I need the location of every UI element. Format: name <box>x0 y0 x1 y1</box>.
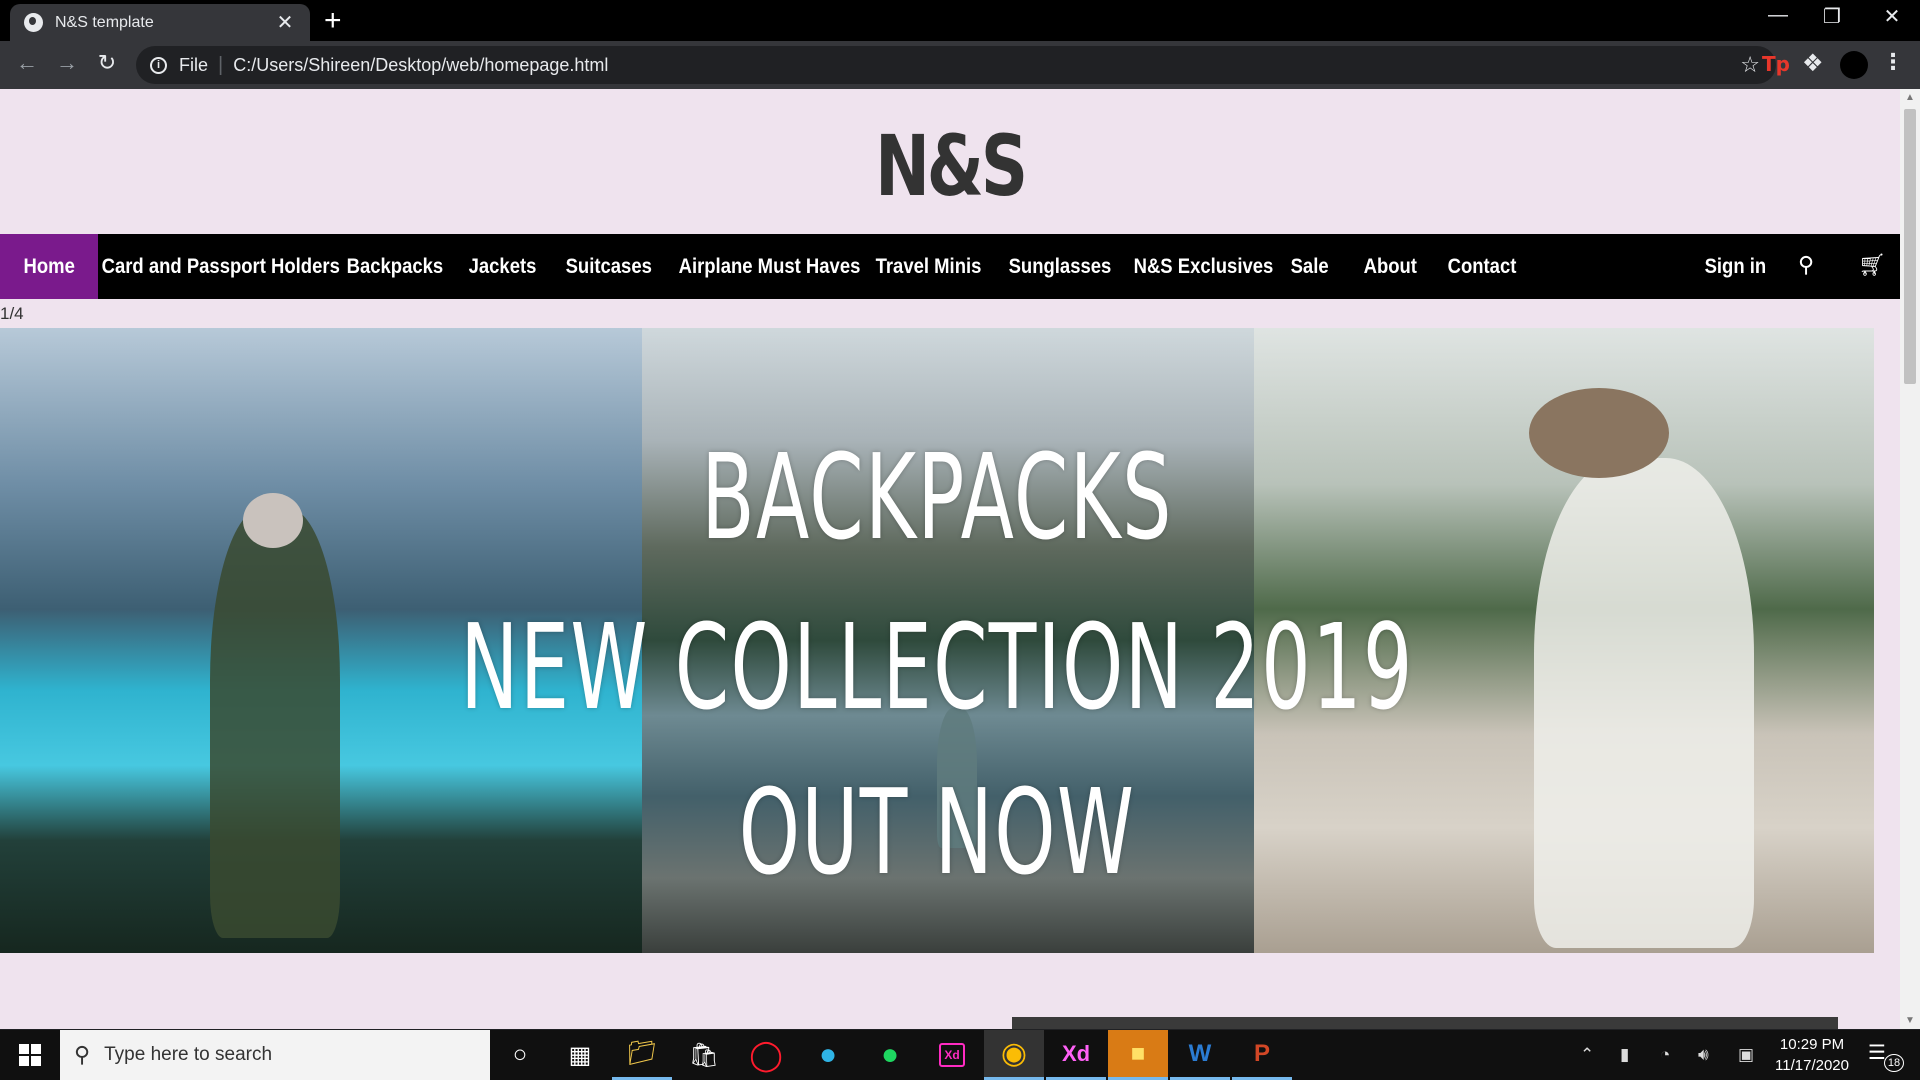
nav-contact[interactable]: Contact <box>1430 234 1534 299</box>
url-separator: | <box>218 53 224 76</box>
nav-suitcases[interactable]: Suitcases <box>548 234 669 299</box>
more-icon[interactable]: ⋮ <box>1882 49 1904 75</box>
hero-line-1: BACKPACKS <box>701 428 1173 566</box>
notification-count: 18 <box>1884 1054 1904 1072</box>
clock-date: 11/17/2020 <box>1775 1057 1849 1074</box>
windows-logo-icon <box>19 1044 41 1066</box>
scroll-up-icon[interactable]: ▲ <box>1905 92 1915 103</box>
task-view-icon[interactable]: ▦ <box>550 1030 610 1080</box>
nav-about[interactable]: About <box>1346 234 1435 299</box>
restore-icon[interactable]: ❐ <box>1812 4 1852 29</box>
nav-travel-minis[interactable]: Travel Minis <box>858 234 999 299</box>
back-icon[interactable]: ← <box>12 50 42 76</box>
avatar[interactable] <box>1840 51 1868 79</box>
reload-icon[interactable]: ↻ <box>92 50 122 76</box>
file-explorer-icon[interactable]: 📁︎ <box>612 1030 672 1080</box>
nav-jackets[interactable]: Jackets <box>451 234 554 299</box>
url-text[interactable]: C:/Users/Shireen/Desktop/web/homepage.ht… <box>233 55 608 76</box>
close-tab-icon[interactable]: ✕ <box>274 10 296 35</box>
promo-image <box>1012 1017 1838 1029</box>
taskbar-search[interactable]: ⚲ Type here to search <box>60 1030 490 1080</box>
powerpoint-icon[interactable]: P <box>1232 1030 1292 1080</box>
chrome-icon[interactable]: ◉ <box>984 1030 1044 1080</box>
nav-label: Home <box>23 255 75 278</box>
minimize-icon[interactable]: — <box>1758 4 1798 27</box>
page-viewport: N&S Home Card and Passport Holders Backp… <box>0 89 1920 1029</box>
volume-icon[interactable]: 🔊︎ <box>1698 1045 1709 1065</box>
beanie-shape <box>243 493 303 548</box>
puzzle-icon[interactable]: ❖ <box>1802 49 1824 78</box>
cart-icon[interactable]: 🛒︎ <box>1858 252 1886 278</box>
search-icon: ⚲ <box>74 1042 91 1067</box>
cortana-icon[interactable]: ○ <box>490 1030 550 1080</box>
site-logo[interactable]: N&S <box>209 117 1691 215</box>
word-icon[interactable]: W <box>1170 1030 1230 1080</box>
opera-icon[interactable]: ◯ <box>736 1030 796 1080</box>
nav-exclusives[interactable]: N&S Exclusives <box>1116 234 1291 299</box>
browser-tab[interactable]: N&S template ✕ <box>10 4 310 41</box>
new-tab-button[interactable]: + <box>324 6 342 36</box>
store-icon[interactable]: 🛍︎ <box>674 1030 734 1080</box>
hero-slideshow[interactable]: BACKPACKS NEW COLLECTION 2019 OUT NOW <box>0 328 1874 953</box>
tab-title: N&S template <box>55 13 154 31</box>
browser-toolbar: ← → ↻ i File | C:/Users/Shireen/Desktop/… <box>0 41 1920 89</box>
scroll-down-icon[interactable]: ▼ <box>1905 1015 1915 1026</box>
search-placeholder: Type here to search <box>104 1044 273 1065</box>
taskbar-clock[interactable]: 10:29 PM 11/17/2020 <box>1762 1034 1862 1076</box>
address-bar[interactable]: i File | C:/Users/Shireen/Desktop/web/ho… <box>136 46 1776 84</box>
nav-sale[interactable]: Sale <box>1273 234 1346 299</box>
xd-badge: Xd <box>939 1043 965 1067</box>
browser-titlebar: N&S template ✕ + — ❐ ✕ <box>0 0 1920 41</box>
nav-sunglasses[interactable]: Sunglasses <box>991 234 1129 299</box>
nav-card-passport[interactable]: Card and Passport Holders <box>84 234 357 299</box>
start-button[interactable] <box>0 1030 60 1080</box>
star-icon[interactable]: ☆ <box>1740 52 1760 78</box>
windows-taskbar: ⚲ Type here to search ○ ▦ 📁︎ 🛍︎ ◯ ● ● Xd… <box>0 1030 1920 1080</box>
xd-app-icon[interactable]: Xd <box>1046 1030 1106 1080</box>
wifi-icon[interactable]: ◔ <box>1660 1045 1670 1065</box>
chevron-up-icon[interactable]: ⌃ <box>1580 1045 1594 1065</box>
sticky-notes-icon[interactable]: ■ <box>1108 1030 1168 1080</box>
hero-line-3: OUT NOW <box>738 763 1136 901</box>
keyboard-icon[interactable]: ▣ <box>1738 1045 1754 1065</box>
scroll-thumb[interactable] <box>1904 109 1916 384</box>
globe-icon <box>24 13 43 32</box>
clock-time: 10:29 PM <box>1779 1036 1845 1053</box>
url-scheme: File <box>179 54 209 75</box>
info-icon[interactable]: i <box>150 56 167 74</box>
slide-counter: 1/4 <box>0 304 24 323</box>
close-window-icon[interactable]: ✕ <box>1872 4 1912 29</box>
forward-icon[interactable]: → <box>52 50 82 76</box>
search-icon[interactable]: ⚲ <box>1798 252 1814 278</box>
nav-backpacks[interactable]: Backpacks <box>329 234 461 299</box>
spotify-icon[interactable]: ● <box>860 1030 920 1080</box>
page-scrollbar[interactable]: ▲ ▼ <box>1900 89 1920 1029</box>
woman-silhouette <box>1534 458 1754 948</box>
xd-icon[interactable]: Xd <box>922 1030 982 1080</box>
hero-line-2: NEW COLLECTION 2019 <box>460 598 1414 736</box>
tp-extension-icon[interactable]: Tp <box>1762 52 1790 76</box>
nav-airplane-must-haves[interactable]: Airplane Must Haves <box>661 234 878 299</box>
sign-in-link[interactable]: Sign in <box>1687 234 1784 299</box>
edge-icon[interactable]: ● <box>798 1030 858 1080</box>
site-navbar: Home Card and Passport Holders Backpacks… <box>0 234 1900 299</box>
battery-icon[interactable]: ▮ <box>1620 1045 1629 1065</box>
